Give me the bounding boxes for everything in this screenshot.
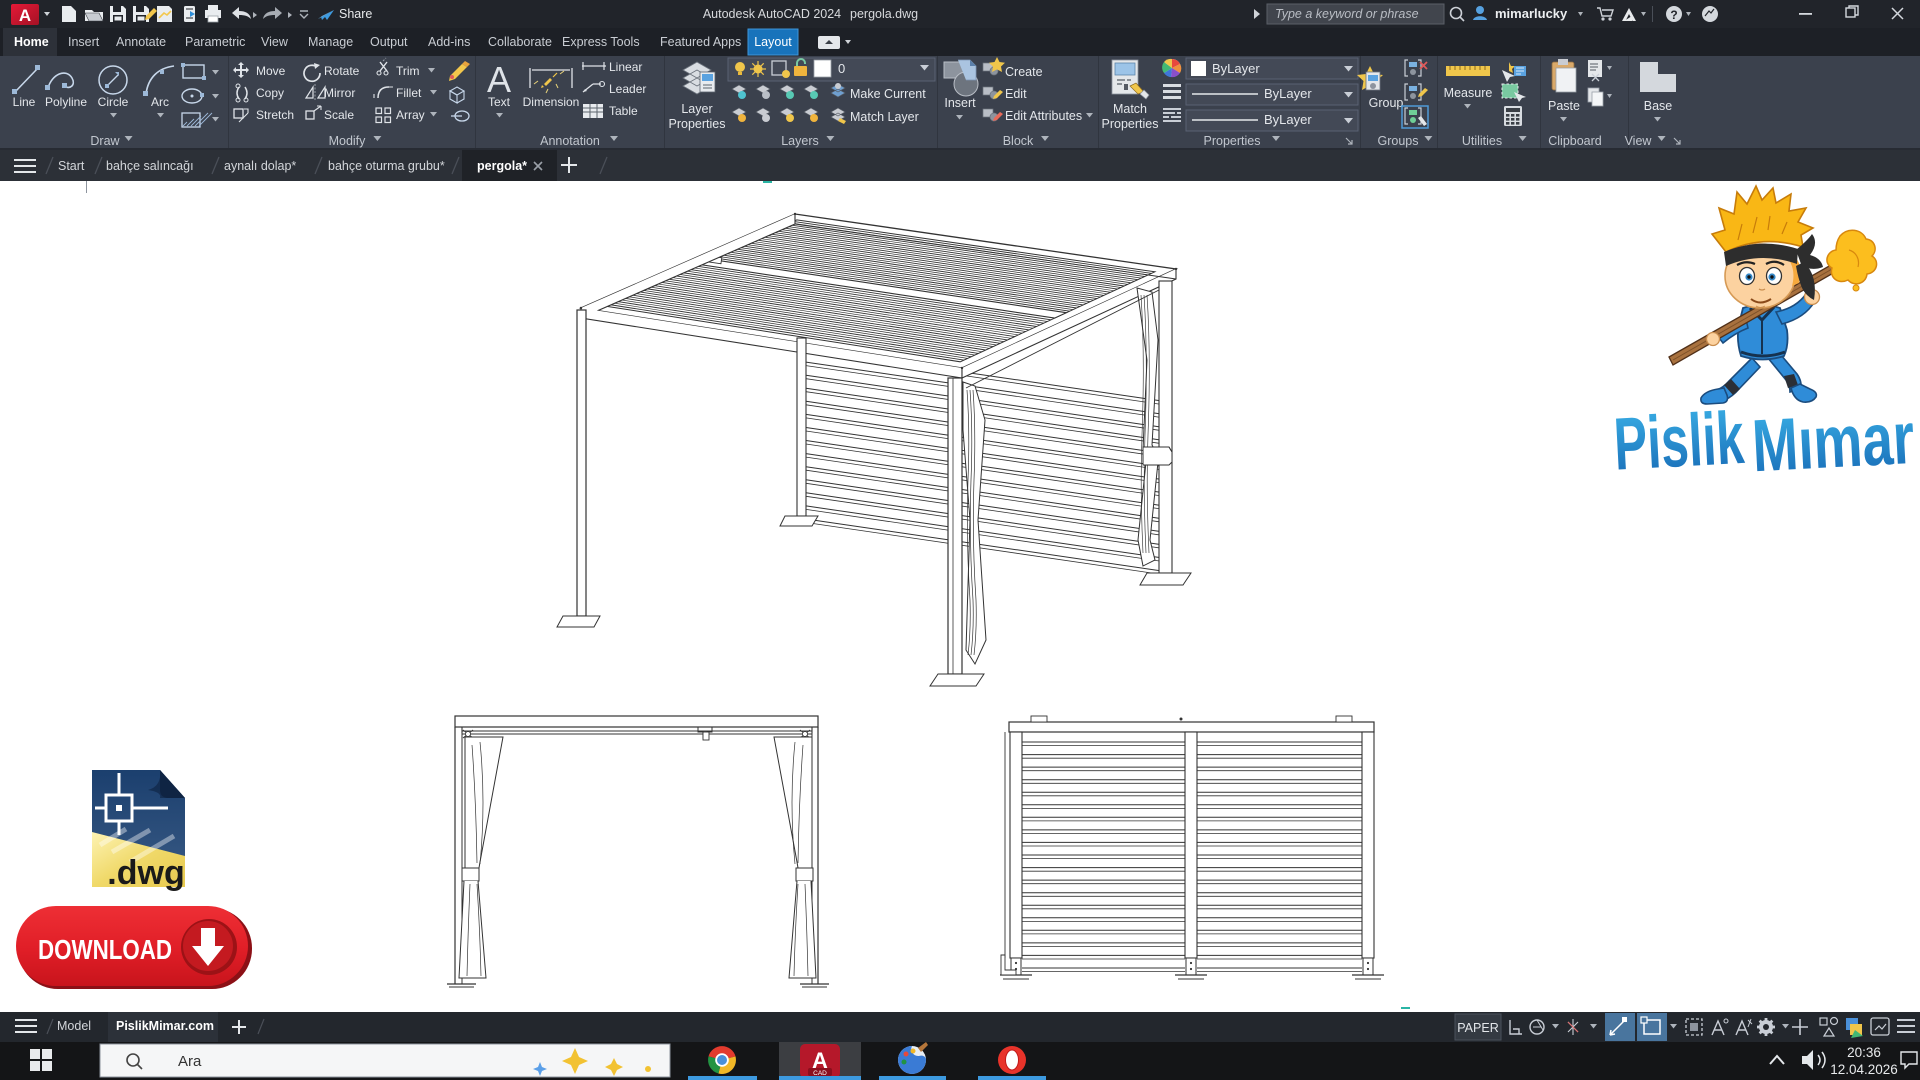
svg-text:Utilities: Utilities bbox=[1462, 134, 1502, 148]
svg-text:bahçe salıncağı: bahçe salıncağı bbox=[106, 159, 194, 173]
svg-text:Parametric: Parametric bbox=[185, 35, 245, 49]
svg-text:Start: Start bbox=[58, 159, 85, 173]
svg-text:Linear: Linear bbox=[609, 60, 642, 74]
svg-text:pergola.dwg: pergola.dwg bbox=[850, 7, 918, 21]
svg-text:bahçe oturma grubu*: bahçe oturma grubu* bbox=[328, 159, 445, 173]
svg-text:A: A bbox=[19, 6, 31, 25]
svg-text:Base: Base bbox=[1644, 99, 1673, 113]
svg-text:Move: Move bbox=[256, 64, 286, 78]
svg-text:Properties: Properties bbox=[1204, 134, 1261, 148]
svg-text:20:36: 20:36 bbox=[1847, 1045, 1881, 1060]
svg-text:Block: Block bbox=[1003, 134, 1034, 148]
svg-text:Arc: Arc bbox=[151, 95, 169, 109]
svg-text:Groups: Groups bbox=[1378, 134, 1419, 148]
svg-text:Modify: Modify bbox=[329, 134, 367, 148]
svg-text:Match Layer: Match Layer bbox=[850, 110, 919, 124]
svg-text:Insert: Insert bbox=[944, 96, 976, 110]
svg-text:Output: Output bbox=[370, 35, 408, 49]
svg-text:Autodesk AutoCAD 2024: Autodesk AutoCAD 2024 bbox=[703, 7, 841, 21]
svg-text:12.04.2026: 12.04.2026 bbox=[1830, 1062, 1898, 1077]
svg-text:Edit Attributes: Edit Attributes bbox=[1005, 109, 1082, 123]
svg-text:Express Tools: Express Tools bbox=[562, 35, 640, 49]
svg-text:Insert: Insert bbox=[68, 35, 100, 49]
svg-text:Featured Apps: Featured Apps bbox=[660, 35, 741, 49]
svg-text:aynalı dolap*: aynalı dolap* bbox=[224, 159, 296, 173]
svg-text:ByLayer: ByLayer bbox=[1212, 61, 1260, 76]
svg-text:Make Current: Make Current bbox=[850, 87, 926, 101]
svg-text:Line: Line bbox=[13, 95, 36, 109]
svg-text:ByLayer: ByLayer bbox=[1264, 86, 1312, 101]
svg-text:CAD: CAD bbox=[813, 1070, 827, 1077]
svg-text:Properties: Properties bbox=[1102, 117, 1159, 131]
svg-text:Scale: Scale bbox=[324, 108, 354, 122]
svg-text:Table: Table bbox=[609, 104, 638, 118]
svg-text:Add-ins: Add-ins bbox=[428, 35, 470, 49]
svg-text:Mirror: Mirror bbox=[324, 86, 355, 100]
svg-text:Trim: Trim bbox=[396, 64, 420, 78]
svg-text:?: ? bbox=[1670, 8, 1677, 22]
svg-text:Array: Array bbox=[396, 108, 425, 122]
svg-text:Type a keyword or phrase: Type a keyword or phrase bbox=[1275, 7, 1419, 21]
svg-text:Ara: Ara bbox=[178, 1053, 202, 1070]
svg-text:Circle: Circle bbox=[98, 95, 129, 109]
svg-text:mimarlucky: mimarlucky bbox=[1495, 6, 1568, 21]
svg-text:View: View bbox=[261, 35, 289, 49]
svg-text:PAPER: PAPER bbox=[1457, 1021, 1498, 1035]
svg-text:Layout: Layout bbox=[754, 35, 792, 49]
svg-text:Leader: Leader bbox=[609, 82, 646, 96]
svg-text:Draw: Draw bbox=[90, 134, 120, 148]
svg-text:pergola*: pergola* bbox=[477, 159, 527, 173]
svg-text:Match: Match bbox=[1113, 102, 1147, 116]
svg-text:Manage: Manage bbox=[308, 35, 353, 49]
svg-text:DOWNLOAD: DOWNLOAD bbox=[38, 934, 172, 965]
svg-text:Layers: Layers bbox=[781, 134, 819, 148]
svg-text:PislikMimar.com: PislikMimar.com bbox=[116, 1019, 214, 1033]
svg-text:Create: Create bbox=[1005, 65, 1043, 79]
svg-text:Copy: Copy bbox=[256, 86, 284, 100]
svg-text:Annotation: Annotation bbox=[540, 134, 600, 148]
svg-text:Polyline: Polyline bbox=[45, 95, 87, 109]
svg-text:Annotate: Annotate bbox=[116, 35, 166, 49]
svg-text:Paste: Paste bbox=[1548, 99, 1580, 113]
svg-text:Text: Text bbox=[488, 95, 511, 109]
svg-text:Dimension: Dimension bbox=[523, 95, 580, 109]
svg-text:Group: Group bbox=[1369, 96, 1404, 110]
svg-text:Layer: Layer bbox=[681, 102, 712, 116]
svg-text:0: 0 bbox=[838, 61, 845, 76]
svg-text:Fillet: Fillet bbox=[396, 86, 422, 100]
svg-text:Stretch: Stretch bbox=[256, 108, 294, 122]
svg-text:ByLayer: ByLayer bbox=[1264, 112, 1312, 127]
svg-text:View: View bbox=[1625, 134, 1653, 148]
svg-text:Mımar: Mımar bbox=[1750, 396, 1916, 487]
svg-text:Collaborate: Collaborate bbox=[488, 35, 552, 49]
svg-text:Rotate: Rotate bbox=[324, 64, 360, 78]
svg-text:Home: Home bbox=[14, 35, 49, 49]
svg-text:.dwg: .dwg bbox=[107, 854, 184, 892]
svg-text:A: A bbox=[487, 59, 511, 100]
svg-text:Measure: Measure bbox=[1444, 86, 1493, 100]
svg-text:Share: Share bbox=[339, 7, 372, 21]
svg-text:Clipboard: Clipboard bbox=[1548, 134, 1602, 148]
svg-text:Properties: Properties bbox=[669, 117, 726, 131]
svg-text:Edit: Edit bbox=[1005, 87, 1027, 101]
svg-text:Model: Model bbox=[57, 1019, 91, 1033]
svg-text:Pislik: Pislik bbox=[1612, 396, 1747, 486]
